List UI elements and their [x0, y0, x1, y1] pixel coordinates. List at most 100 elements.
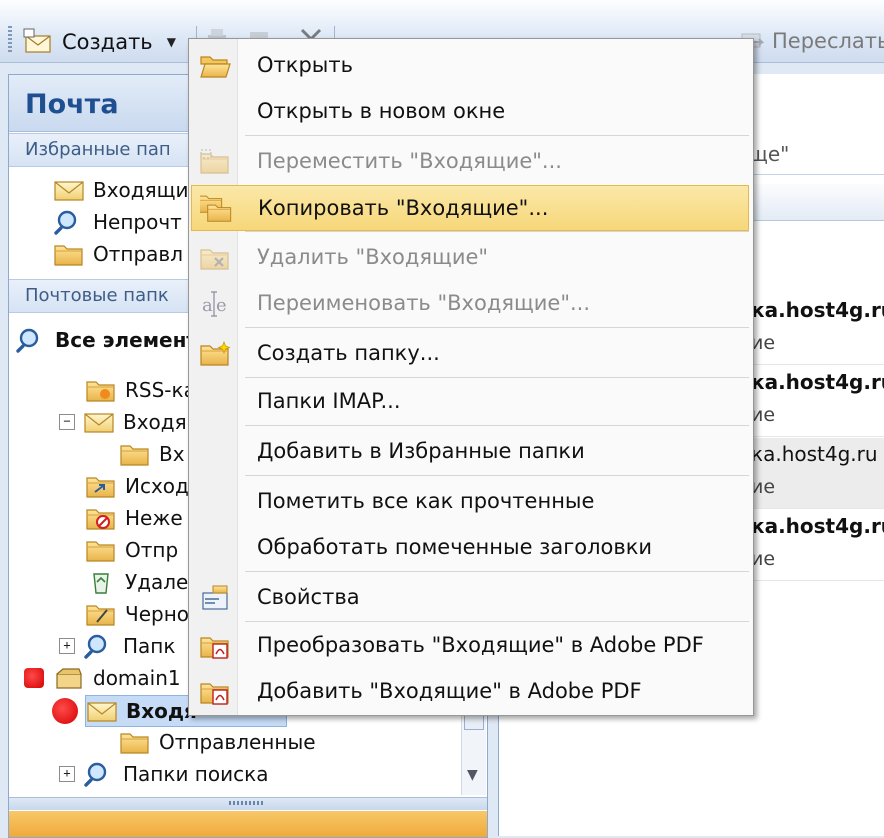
properties-icon: [202, 585, 228, 610]
menu-item-rename: ae Переименовать "Входящие"...: [191, 281, 749, 325]
tree-item-label: Папк: [123, 634, 176, 658]
folder-icon: [119, 728, 151, 756]
menu-item-label: Папки IMAP...: [257, 389, 401, 413]
expand-icon[interactable]: +: [59, 766, 75, 782]
menu-item-imap-folders[interactable]: Папки IMAP...: [191, 379, 749, 423]
menu-item-label: Создать папку...: [257, 341, 440, 365]
inbox-icon: [53, 176, 85, 204]
message-sender: ка.host4g.ru: [751, 514, 884, 538]
toolbar-grip[interactable]: [8, 26, 12, 54]
tree-item-deleted[interactable]: Удале: [85, 567, 188, 597]
tree-item-outbox[interactable]: Исход: [85, 471, 189, 501]
scroll-down-arrow-icon[interactable]: ▼: [467, 767, 478, 783]
tree-item-label: Вх: [159, 442, 185, 466]
message-sender: ка.host4g.ru: [751, 370, 884, 394]
tree-item-search-folders-2[interactable]: + Папки поиска: [59, 759, 268, 789]
expand-icon[interactable]: +: [59, 638, 75, 654]
menu-separator: [245, 571, 749, 572]
mail-folders-section-label: Почтовые папк: [25, 285, 169, 306]
tree-item-label: Исход: [125, 474, 189, 498]
favorite-item-label: Отправл: [93, 242, 183, 266]
menu-separator: [245, 621, 749, 622]
new-button[interactable]: Создать ▼: [22, 26, 176, 58]
menu-item-label: Копировать "Входящие"...: [258, 196, 549, 220]
pdf-convert-icon: [199, 631, 231, 659]
drafts-folder-icon: [85, 600, 117, 628]
menu-item-label: Обработать помеченные заголовки: [257, 535, 653, 559]
menu-item-open[interactable]: Открыть: [191, 43, 749, 87]
tree-item-label: Входя: [126, 699, 197, 723]
message-sender: ка.host4g.ru: [751, 442, 878, 466]
menu-separator: [245, 231, 749, 232]
filter-text: ще": [749, 142, 790, 166]
menu-item-new-folder[interactable]: Создать папку...: [191, 331, 749, 375]
pdf-append-icon: [199, 677, 231, 705]
favorite-item-unread[interactable]: Непрочт: [53, 207, 182, 237]
all-items-selector[interactable]: Все элемент: [15, 325, 198, 355]
menu-item-properties[interactable]: Свойства: [191, 575, 749, 619]
junk-folder-icon: [85, 504, 117, 532]
menu-item-process-headers[interactable]: Обработать помеченные заголовки: [191, 525, 749, 569]
favorite-item-sent[interactable]: Отправл: [53, 239, 183, 269]
svg-text:a: a: [202, 295, 213, 316]
new-folder-icon: [199, 340, 231, 369]
tree-item-drafts[interactable]: Черно: [85, 599, 189, 629]
folder-open-icon: [199, 51, 231, 81]
svg-text:e: e: [216, 295, 227, 316]
search-folder-icon: [83, 760, 115, 788]
inbox-icon: [83, 408, 115, 436]
pane-splitter[interactable]: [9, 797, 487, 810]
collapse-icon[interactable]: −: [59, 414, 75, 430]
menu-item-label: Открыть в новом окне: [257, 99, 506, 123]
all-items-search-icon: [15, 326, 47, 354]
tree-item-inbox[interactable]: − Входя: [59, 407, 187, 437]
menu-item-label: Свойства: [257, 585, 360, 609]
menu-item-move: Переместить "Входящие"...: [191, 139, 749, 183]
message-subject: ие: [751, 404, 776, 426]
message-subject: ие: [751, 548, 776, 570]
menu-separator: [245, 425, 749, 426]
tree-item-label: Неже: [125, 506, 183, 530]
sent-folder-icon: [85, 536, 117, 564]
menu-item-open-new-window[interactable]: Открыть в новом окне: [191, 89, 749, 133]
menu-item-label: Открыть: [257, 53, 353, 77]
folder-icon: [119, 440, 151, 468]
menu-item-append-pdf[interactable]: Добавить "Входящие" в Adobe PDF: [191, 669, 749, 713]
favorites-section-label: Избранные пап: [25, 139, 171, 160]
tree-item-label: Отправленные: [159, 730, 316, 754]
menu-item-copy[interactable]: Копировать "Входящие"...: [191, 185, 749, 231]
menu-item-convert-pdf[interactable]: Преобразовать "Входящие" в Adobe PDF: [191, 623, 749, 667]
tree-item-label: Черно: [125, 602, 190, 626]
tree-item-rss[interactable]: RSS-ка: [85, 375, 196, 405]
tree-item-junk[interactable]: Неже: [85, 503, 183, 533]
mail-button-bar[interactable]: [9, 811, 487, 837]
sent-folder-icon: [53, 240, 85, 268]
menu-separator: [245, 135, 749, 136]
unread-search-icon: [53, 208, 85, 236]
mailbox-root-icon: [56, 668, 82, 689]
menu-item-label: Переименовать "Входящие"...: [257, 291, 591, 315]
forward-button[interactable]: Переслать: [740, 28, 884, 54]
menu-item-delete: Удалить "Входящие": [191, 235, 749, 279]
menu-item-label: Добавить в Избранные папки: [257, 439, 585, 463]
chevron-down-icon[interactable]: ▼: [167, 35, 176, 49]
menu-item-add-to-favorites[interactable]: Добавить в Избранные папки: [191, 429, 749, 473]
favorite-item-inbox[interactable]: Входящи: [53, 175, 189, 205]
tree-item-search-folders[interactable]: + Папк: [59, 631, 175, 661]
tree-item-label: Удале: [125, 570, 189, 594]
tree-item-sent[interactable]: Отпр: [85, 535, 178, 565]
tree-item-inbox-sub[interactable]: Вх: [119, 439, 185, 469]
delete-folder-icon: [199, 243, 231, 273]
folder-context-menu: Открыть Открыть в новом окне Переместить…: [188, 38, 754, 716]
rss-folder-icon: [85, 376, 117, 404]
tree-item-domain[interactable]: domain1: [53, 663, 181, 693]
splitter-grip: [229, 801, 265, 805]
tree-item-domain-sent[interactable]: Отправленные: [119, 727, 316, 757]
tree-item-label: domain1: [93, 666, 181, 690]
rename-icon: ae: [202, 291, 227, 317]
menu-item-label: Добавить "Входящие" в Adobe PDF: [257, 679, 642, 703]
menu-separator: [245, 377, 749, 378]
outbox-icon: [85, 472, 117, 500]
menu-item-mark-all-read[interactable]: Пометить все как прочтенные: [191, 479, 749, 523]
menu-item-label: Преобразовать "Входящие" в Adobe PDF: [257, 633, 704, 657]
